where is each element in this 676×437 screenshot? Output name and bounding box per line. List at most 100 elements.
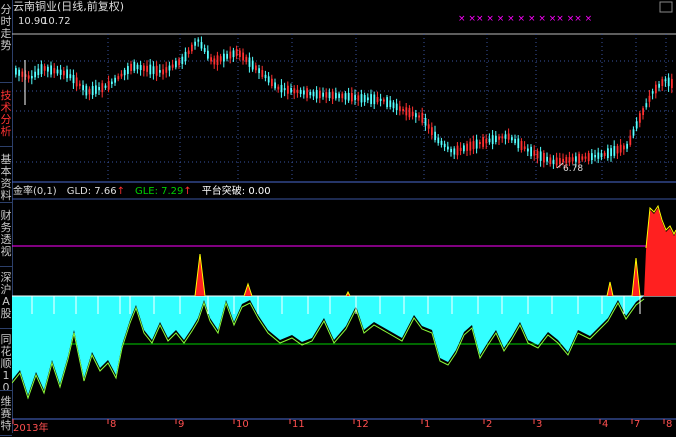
candle-body bbox=[66, 69, 68, 79]
x-axis-label: 8 bbox=[110, 419, 117, 430]
candle-body bbox=[578, 153, 580, 164]
candle-body bbox=[258, 68, 260, 74]
candle-body bbox=[328, 92, 331, 99]
candle-body bbox=[59, 69, 62, 75]
candle-body bbox=[178, 59, 180, 66]
candle-body bbox=[459, 147, 462, 151]
indicator-spike-red bbox=[195, 254, 205, 296]
candle-body bbox=[18, 69, 20, 76]
candle-body bbox=[107, 81, 110, 90]
candle-body bbox=[347, 92, 350, 101]
sidebar-separator bbox=[0, 435, 12, 436]
candle-body bbox=[351, 93, 353, 102]
candle-body bbox=[399, 106, 401, 111]
candle-body bbox=[472, 141, 475, 150]
candle-body bbox=[648, 95, 651, 102]
candle-body bbox=[72, 74, 75, 84]
sidebar-separator bbox=[0, 146, 12, 147]
candle-body bbox=[34, 71, 36, 78]
candle-body bbox=[469, 141, 472, 151]
candle-body bbox=[405, 107, 408, 116]
candle-body bbox=[504, 134, 507, 139]
sidebar-tab-0[interactable]: 分时走势 bbox=[0, 0, 12, 84]
candle-body bbox=[181, 56, 184, 64]
candle-body bbox=[383, 99, 385, 102]
candle-body bbox=[479, 141, 481, 145]
candle-body bbox=[325, 92, 328, 98]
candle-body bbox=[149, 64, 152, 75]
candle-body bbox=[200, 42, 203, 49]
candle-body bbox=[267, 76, 270, 83]
x-axis-label: 2 bbox=[486, 419, 493, 430]
indicator-spike-red bbox=[632, 258, 640, 296]
candle-body bbox=[245, 56, 248, 62]
candle-body bbox=[319, 90, 321, 99]
candle-body bbox=[411, 111, 414, 117]
candle-body bbox=[498, 136, 500, 140]
price-label-b: 10.72 bbox=[42, 16, 71, 27]
candle-body bbox=[50, 65, 52, 75]
candle-body bbox=[338, 93, 340, 98]
candle-body bbox=[79, 83, 81, 86]
candle-body bbox=[261, 70, 264, 77]
candle-body bbox=[443, 143, 446, 148]
candle-body bbox=[402, 109, 404, 112]
candle-body bbox=[133, 61, 136, 71]
candle-body bbox=[450, 148, 452, 153]
candle-body bbox=[555, 157, 558, 166]
candle-body bbox=[280, 84, 283, 93]
x-axis-label: 10 bbox=[236, 419, 249, 430]
candle-body bbox=[213, 58, 216, 65]
candle-body bbox=[491, 135, 494, 145]
candle-body bbox=[187, 50, 190, 54]
candle-body bbox=[31, 75, 33, 79]
candle-body bbox=[255, 65, 257, 71]
candle-body bbox=[15, 68, 17, 75]
candle-body bbox=[600, 153, 603, 158]
x-axis-label: 4 bbox=[602, 419, 609, 430]
candle-body bbox=[47, 66, 49, 72]
candle-body bbox=[143, 65, 145, 71]
candle-body bbox=[168, 65, 171, 71]
candle-body bbox=[463, 145, 465, 152]
candle-body bbox=[91, 86, 94, 96]
candle-body bbox=[431, 127, 433, 136]
sidebar-tab-6[interactable]: 维赛特 bbox=[0, 392, 12, 437]
candle-body bbox=[645, 103, 648, 108]
sidebar-tab-5[interactable]: 同花顺10 bbox=[0, 330, 12, 394]
candle-body bbox=[69, 74, 72, 79]
candle-body bbox=[37, 68, 40, 76]
candle-body bbox=[56, 69, 59, 74]
candle-body bbox=[127, 66, 129, 74]
sidebar-tab-2[interactable]: 基本资料 bbox=[0, 150, 12, 204]
sidebar-tab-1[interactable]: 技术分析 bbox=[0, 86, 12, 148]
candle-body bbox=[379, 98, 382, 101]
candle-body bbox=[392, 102, 395, 109]
candle-body bbox=[207, 50, 209, 59]
candle-body bbox=[421, 112, 424, 123]
candle-body bbox=[395, 103, 398, 111]
sidebar-tab-4[interactable]: 深沪A股 bbox=[0, 268, 12, 330]
candle-body bbox=[162, 69, 164, 75]
candle-body bbox=[376, 96, 379, 103]
candle-body bbox=[287, 85, 289, 94]
candle-body bbox=[88, 88, 91, 95]
x-axis-label: 3 bbox=[536, 419, 543, 430]
candle-body bbox=[581, 156, 584, 160]
chart-area[interactable]: 6.78 × ×× × × × × × × ×× ×× × 云南铜业(日线,前复权… bbox=[12, 0, 676, 434]
candle-body bbox=[43, 66, 46, 71]
gle-value: GLE: 7.29↑ bbox=[135, 185, 192, 199]
kline-chart[interactable]: 6.78 × ×× × × × × × × ×× ×× × bbox=[12, 0, 676, 433]
indicator-name: 金率(0,1) bbox=[13, 186, 57, 197]
candle-body bbox=[520, 141, 523, 151]
candle-body bbox=[571, 157, 574, 162]
candle-body bbox=[437, 137, 440, 144]
candle-body bbox=[370, 94, 372, 104]
sidebar-separator bbox=[0, 82, 12, 83]
candle-body bbox=[523, 146, 526, 150]
sidebar-tab-3[interactable]: 财务透视 bbox=[0, 206, 12, 268]
x-axis-label: 9 bbox=[178, 419, 185, 430]
candle-body bbox=[117, 76, 120, 80]
candle-body bbox=[543, 152, 545, 163]
candle-body bbox=[415, 113, 417, 118]
